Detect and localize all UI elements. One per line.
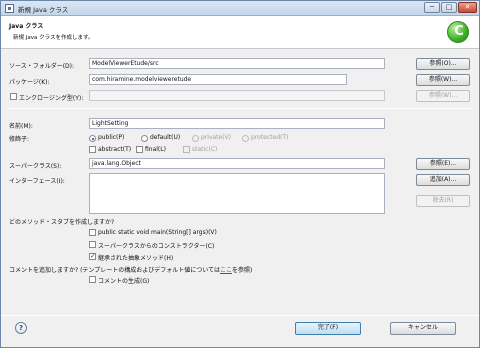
stub-inherited-abstract-checkbox[interactable] <box>89 252 96 260</box>
package-browse-button[interactable]: 参照(W)... <box>416 74 470 86</box>
finish-button[interactable]: 完了(F) <box>295 322 361 335</box>
source-folder-input[interactable]: ModelViewerEtude/src <box>89 58 385 69</box>
header-description: 新規 Java クラスを作成します。 <box>13 35 94 41</box>
modifier-protected-label: protected(T) <box>251 134 289 141</box>
modifier-abstract-label: abstract(T) <box>98 146 132 153</box>
modifier-final-label: final(L) <box>145 146 166 153</box>
wizard-header: Java クラス 新規 Java クラスを作成します。 <box>1 16 479 49</box>
modifier-public-label: public(P) <box>98 134 125 141</box>
name-label: 名前(M): <box>9 123 33 130</box>
stub-constructors-checkbox[interactable] <box>89 241 96 248</box>
superclass-label: スーパークラス(S): <box>9 163 62 170</box>
maximize-button[interactable]: □ <box>441 2 457 13</box>
method-stubs-question: どのメソッド・スタブを作成しますか? <box>9 219 115 226</box>
interfaces-list[interactable] <box>89 173 385 214</box>
add-interface-button[interactable]: 追加(A)... <box>416 174 470 186</box>
enclosing-type-input[interactable] <box>89 90 385 101</box>
minimize-button[interactable]: ─ <box>424 2 440 13</box>
comments-question-suffix: を参照) <box>231 267 253 274</box>
title-bar[interactable]: 新規 Java クラス ─ □ ✕ <box>1 1 479 16</box>
interfaces-label: インターフェース(I): <box>9 178 65 185</box>
separator <box>9 108 472 109</box>
stub-inherited-abstract-label: 継承された抽象メソッド(H) <box>98 255 174 262</box>
enclosing-type-label: エンクロージング型(Y): <box>19 95 84 102</box>
new-java-class-dialog: 新規 Java クラス ─ □ ✕ Java クラス 新規 Java クラスを作… <box>0 0 480 348</box>
remove-interface-button[interactable]: 除去(R) <box>416 195 470 207</box>
class-name-input[interactable]: LightSetting <box>89 118 385 129</box>
stub-main-checkbox[interactable] <box>89 229 96 236</box>
modifier-abstract-checkbox[interactable] <box>89 146 96 153</box>
comments-question-prefix: コメントを追加しますか? (テンプレートの構成およびデフォルト値については <box>9 267 220 274</box>
package-label: パッケージ(K): <box>9 79 50 86</box>
source-folder-label: ソース・フォルダー(D): <box>9 63 75 70</box>
source-folder-browse-button[interactable]: 参照(O)... <box>416 58 470 70</box>
close-button[interactable]: ✕ <box>458 2 477 13</box>
generate-comments-label: コメントの生成(G) <box>98 278 150 285</box>
enclosing-type-checkbox[interactable] <box>10 93 17 100</box>
modifier-default-radio[interactable] <box>141 135 148 142</box>
enclosing-type-browse-button[interactable]: 参照(W)... <box>416 90 470 102</box>
cancel-button[interactable]: キャンセル <box>390 322 456 335</box>
modifier-protected-radio[interactable] <box>242 135 249 142</box>
stub-constructors-label: スーパークラスからのコンストラクター(C) <box>98 243 215 250</box>
modifiers-label: 修飾子: <box>9 136 30 143</box>
modifier-static-checkbox[interactable] <box>183 146 190 153</box>
window-title: 新規 Java クラス <box>18 6 69 14</box>
superclass-browse-button[interactable]: 参照(E)... <box>416 158 470 170</box>
modifier-private-label: private(V) <box>201 134 231 141</box>
generate-comments-checkbox[interactable] <box>89 276 96 283</box>
header-title: Java クラス <box>9 23 44 30</box>
comments-question: コメントを追加しますか? (テンプレートの構成およびデフォルト値についてはここを… <box>9 265 252 274</box>
modifier-final-checkbox[interactable] <box>136 146 143 153</box>
modifier-private-radio[interactable] <box>192 135 199 142</box>
modifier-static-label: static(C) <box>192 146 218 153</box>
modifier-default-label: default(U) <box>150 134 181 141</box>
templates-link[interactable]: ここ <box>220 267 232 274</box>
package-input[interactable]: com.hiramine.modelvieweretude <box>89 74 347 85</box>
superclass-input[interactable]: java.lang.Object <box>89 158 385 169</box>
new-class-logo-icon <box>447 21 470 43</box>
modifier-public-radio[interactable] <box>89 135 96 142</box>
help-icon[interactable]: ? <box>15 322 27 334</box>
footer-separator <box>1 315 479 316</box>
window-app-icon <box>5 4 14 13</box>
stub-main-label: public static void main(String[] args)(V… <box>98 229 217 236</box>
